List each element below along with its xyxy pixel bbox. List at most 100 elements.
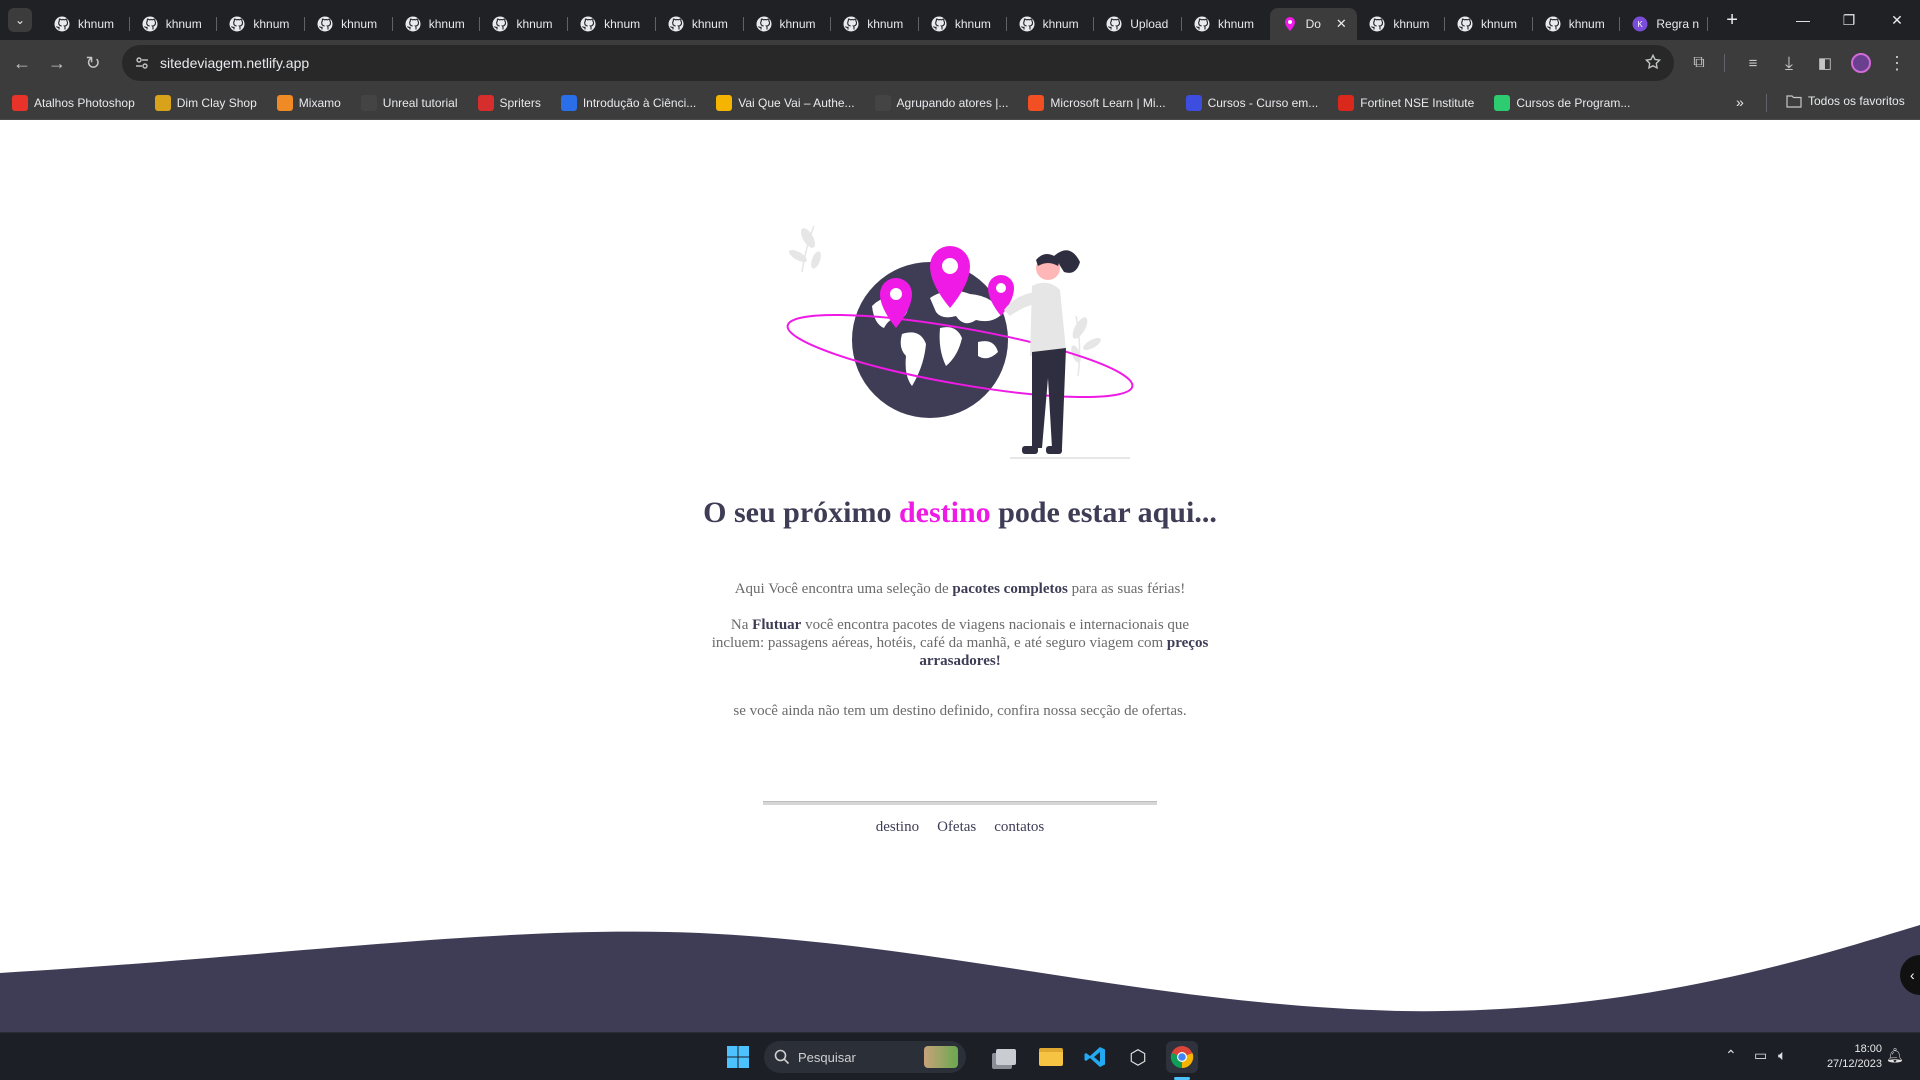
bookmark-favicon-icon	[716, 94, 733, 111]
bookmark-item[interactable]: Vai Que Vai – Authe...	[716, 94, 855, 111]
github-icon	[54, 16, 70, 32]
tab[interactable]: khnum	[1445, 8, 1533, 40]
tab[interactable]: khnum	[393, 8, 481, 40]
bookmark-favicon-icon	[1338, 94, 1355, 111]
github-icon	[580, 16, 596, 32]
address-bar[interactable]: sitedeviagem.netlify.app	[122, 45, 1674, 81]
tab[interactable]: khnum	[1357, 8, 1445, 40]
side-panel-button[interactable]: ◧	[1809, 47, 1841, 79]
bookmark-item[interactable]: Unreal tutorial	[360, 94, 458, 111]
github-icon	[1545, 16, 1561, 32]
downloads-button[interactable]: ⤓	[1773, 47, 1805, 79]
bookmark-item[interactable]: Spriters	[477, 94, 541, 111]
clock[interactable]: 18:00 27/12/2023	[1812, 1042, 1882, 1072]
nav-link-contatos[interactable]: contatos	[994, 819, 1044, 836]
tab[interactable]: khnum	[480, 8, 568, 40]
tab-active[interactable]: Do ✕	[1269, 8, 1358, 40]
tab-title: khnum	[1481, 17, 1518, 31]
bookmark-favicon-icon	[276, 94, 293, 111]
tab-search-button[interactable]: ⌄	[8, 8, 32, 32]
unity-button[interactable]: ⬡	[1122, 1041, 1154, 1073]
tab[interactable]: khnum	[744, 8, 832, 40]
tab[interactable]: khnum	[568, 8, 656, 40]
network-button[interactable]: ▭	[1754, 1047, 1767, 1064]
text-span: para as suas férias!	[1067, 581, 1186, 597]
tab[interactable]: khnum	[831, 8, 919, 40]
brand-name: Flutuar	[752, 617, 802, 633]
site-info-icon[interactable]	[134, 55, 150, 71]
bookmark-item[interactable]: Atalhos Photoshop	[12, 94, 135, 111]
tab-title: khnum	[1393, 17, 1430, 31]
minimize-button[interactable]: —	[1780, 0, 1826, 40]
back-button[interactable]: ←	[6, 47, 38, 79]
bookmark-item[interactable]: Agrupando atores |...	[874, 94, 1008, 111]
tab[interactable]: khnum	[1533, 8, 1621, 40]
tab[interactable]: K Regra n	[1620, 8, 1708, 40]
search-highlight-icon	[924, 1046, 958, 1068]
windows-taskbar: Pesquisar ⬡ ⌃ ▭ 🔈︎ 18:00 27/12/2023 🔔︎	[0, 1032, 1920, 1080]
tab[interactable]: khnum	[656, 8, 744, 40]
menu-button[interactable]: ⋮	[1881, 47, 1913, 79]
tab[interactable]: khnum	[42, 8, 130, 40]
windows-start-button[interactable]	[726, 1045, 750, 1069]
more-bookmarks-button[interactable]: »	[1736, 94, 1744, 110]
reload-button[interactable]: ↻	[77, 47, 109, 79]
restore-button[interactable]: ❐	[1826, 0, 1872, 40]
restore-icon: ❐	[1842, 11, 1856, 28]
bookmark-item[interactable]: Introdução à Ciênci...	[560, 94, 696, 111]
tab-title: khnum	[867, 17, 904, 31]
nav-link-ofertas[interactable]: Ofetas	[937, 819, 976, 836]
bookmark-item[interactable]: Microsoft Learn | Mi...	[1028, 94, 1166, 111]
bookmark-star-icon[interactable]	[1644, 53, 1662, 71]
bookmark-favicon-icon	[1028, 94, 1045, 111]
bookmark-item[interactable]: Cursos - Curso em...	[1185, 94, 1318, 111]
tab-title: Upload	[1130, 17, 1169, 31]
task-view-button[interactable]	[990, 1041, 1022, 1073]
tab-title: khnum	[604, 17, 641, 31]
bookmark-item[interactable]: Dim Clay Shop	[154, 94, 257, 111]
vscode-button[interactable]	[1079, 1041, 1111, 1073]
tab[interactable]: khnum	[1007, 8, 1095, 40]
all-bookmarks-button[interactable]: Todos os favoritos	[1786, 94, 1905, 108]
chrome-taskbar-button[interactable]	[1166, 1041, 1198, 1073]
tab[interactable]: khnum	[1182, 8, 1270, 40]
leaf-decoration-right	[1071, 315, 1101, 377]
tab[interactable]: khnum	[919, 8, 1007, 40]
bookmark-item[interactable]: Cursos de Program...	[1494, 94, 1631, 111]
bookmark-item[interactable]: Fortinet NSE Institute	[1338, 94, 1474, 111]
puzzle-icon: ⧉	[1693, 54, 1705, 71]
tab-list: khnum khnum khnum khnum khnum khnum khnum khnum…	[42, 0, 1708, 40]
bookmark-label: Vai Que Vai – Authe...	[738, 95, 855, 110]
tab[interactable]: khnum	[130, 8, 218, 40]
intro-paragraph-offers: se você ainda não tem um destino definid…	[733, 703, 1187, 719]
profile-button[interactable]	[1845, 47, 1877, 79]
notifications-button[interactable]: 🔔︎	[1886, 1047, 1904, 1064]
tab-title: khnum	[954, 17, 991, 31]
media-control-button[interactable]: ≡	[1737, 47, 1769, 79]
chevron-down-icon: ⌄	[14, 13, 26, 27]
github-icon	[405, 16, 421, 32]
forward-button[interactable]: →	[41, 47, 73, 79]
taskbar-search[interactable]: Pesquisar	[764, 1041, 966, 1073]
close-tab-icon[interactable]: ✕	[1333, 16, 1349, 32]
file-explorer-button[interactable]	[1035, 1041, 1067, 1073]
nav-link-destino[interactable]: destino	[876, 819, 919, 836]
new-tab-button[interactable]: +	[1718, 9, 1746, 32]
extensions-button[interactable]: ⧉	[1683, 47, 1715, 79]
tab[interactable]: khnum	[305, 8, 393, 40]
github-icon	[1369, 16, 1385, 32]
text-span: Aqui Você encontra uma seleção de	[734, 581, 953, 597]
tab-strip: ⌄ khnum khnum khnum khnum khnum khnum khnum khn…	[0, 0, 1920, 40]
tray-overflow-button[interactable]: ⌃	[1725, 1047, 1737, 1064]
bold-text: pacotes completos	[952, 581, 1068, 597]
bookmark-favicon-icon	[12, 94, 28, 111]
bookmark-label: Cursos de Program...	[1516, 95, 1631, 110]
volume-button[interactable]: 🔈︎	[1778, 1047, 1786, 1064]
tab[interactable]: khnum	[217, 8, 305, 40]
bookmark-favicon-icon	[154, 94, 171, 111]
close-window-button[interactable]: ✕	[1874, 0, 1920, 40]
divider	[763, 801, 1157, 805]
tab-title: khnum	[341, 17, 378, 31]
bookmark-item[interactable]: Mixamo	[276, 94, 341, 111]
tab[interactable]: Upload	[1094, 8, 1182, 40]
